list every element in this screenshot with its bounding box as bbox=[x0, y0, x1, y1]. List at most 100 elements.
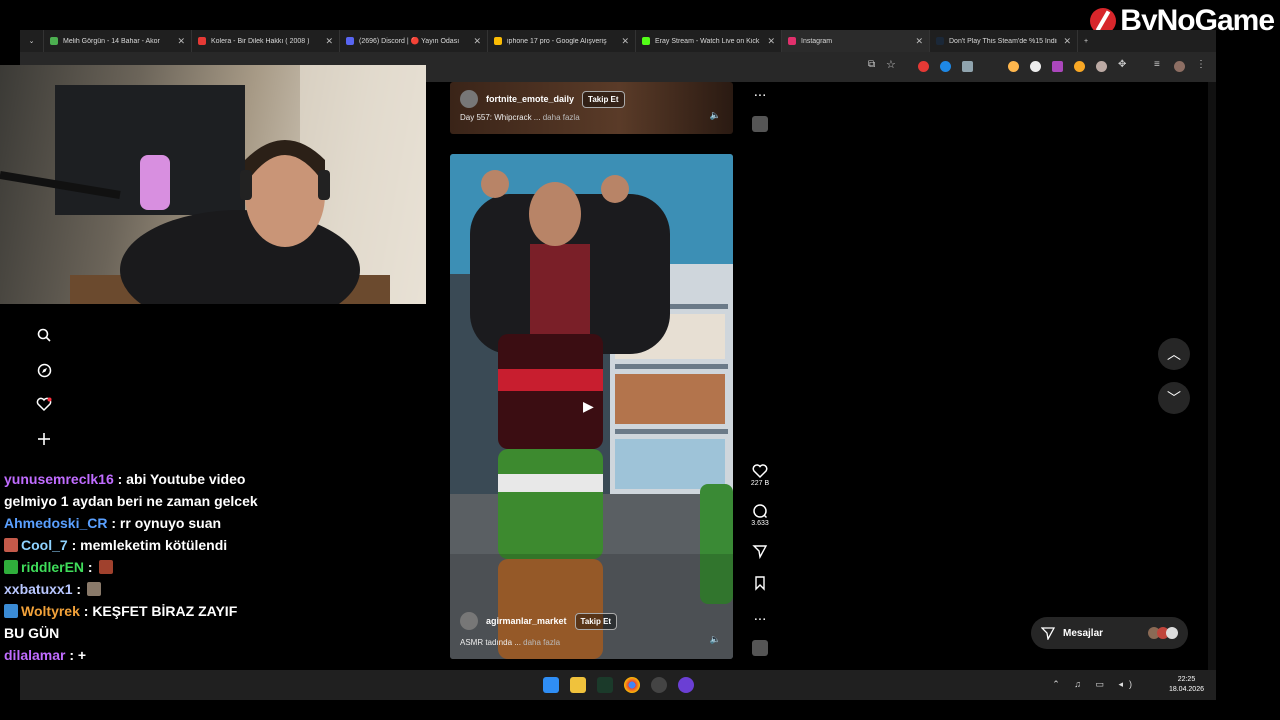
next-reel-button[interactable]: ﹀ bbox=[1158, 382, 1190, 414]
tab-favicon-icon bbox=[346, 37, 354, 45]
webcam-overlay bbox=[0, 65, 426, 304]
app-icon[interactable] bbox=[677, 677, 694, 693]
close-icon[interactable]: ✕ bbox=[473, 36, 481, 47]
speaker-icon[interactable]: 🔈 bbox=[710, 634, 721, 645]
chrome-icon[interactable] bbox=[623, 677, 640, 693]
speaker-icon[interactable]: 🔈 bbox=[710, 110, 721, 121]
caption-text: Day 557: Whipcrack ... bbox=[460, 113, 541, 122]
tab-favicon-icon bbox=[642, 37, 650, 45]
install-app-icon[interactable]: ⧉ bbox=[868, 59, 879, 70]
more-options-previous[interactable]: ... bbox=[748, 84, 772, 100]
save-button[interactable] bbox=[748, 575, 772, 591]
tab-favicon-icon bbox=[788, 37, 796, 45]
browser-tab[interactable]: iphone 17 pro - Google Alışveriş ✕ bbox=[488, 30, 636, 52]
notifications-heart-icon[interactable] bbox=[36, 396, 52, 412]
browser-tab[interactable]: Instagram ✕ bbox=[782, 30, 930, 52]
create-plus-icon[interactable] bbox=[36, 431, 52, 447]
close-icon[interactable]: ✕ bbox=[1063, 36, 1071, 47]
chat-username[interactable]: yunusemreclk16 bbox=[4, 471, 114, 487]
browser-tab[interactable]: Kolera - Bir Dilek Hakkı ( 2008 ) ✕ bbox=[192, 30, 340, 52]
tab-favicon-icon bbox=[494, 37, 502, 45]
chat-text: : rr oynuyo suan bbox=[111, 515, 222, 531]
close-icon[interactable]: ✕ bbox=[177, 36, 185, 47]
chevron-down-icon: ﹀ bbox=[1167, 390, 1181, 406]
avatar[interactable] bbox=[460, 612, 478, 630]
extension-icon[interactable] bbox=[1074, 61, 1085, 72]
chat-message: xxbatuxx1 : bbox=[0, 578, 260, 600]
search-icon[interactable] bbox=[36, 327, 52, 343]
message-avatars bbox=[1148, 627, 1178, 639]
previous-reel-button[interactable]: ︿ bbox=[1158, 338, 1190, 370]
comment-button[interactable]: 3.633 bbox=[748, 503, 772, 527]
chat-username[interactable]: Woltyrek bbox=[21, 603, 80, 619]
extension-icon[interactable] bbox=[1008, 61, 1019, 72]
close-icon[interactable]: ✕ bbox=[915, 36, 923, 47]
share-button[interactable] bbox=[748, 543, 772, 559]
extension-icon[interactable] bbox=[1030, 61, 1041, 72]
heart-icon bbox=[752, 464, 768, 479]
reel-username[interactable]: agirmanlar_market bbox=[486, 616, 567, 626]
taskbar-clock[interactable]: 22:25 18.04.2026 bbox=[1169, 675, 1204, 695]
stream-chat-overlay: yunusemreclk16 : abi Youtube video gelmi… bbox=[0, 468, 260, 666]
avatar[interactable] bbox=[460, 90, 478, 108]
chat-username[interactable]: Ahmedoski_CR bbox=[4, 515, 107, 531]
reel-card-current[interactable]: ▶ agirmanlar_market Takip Et ASMR tadınd… bbox=[450, 154, 733, 659]
chat-username[interactable]: xxbatuxx1 bbox=[4, 581, 72, 597]
close-icon[interactable]: ✕ bbox=[621, 36, 629, 47]
bookmark-icon bbox=[755, 576, 765, 591]
explore-compass-icon[interactable] bbox=[36, 362, 52, 378]
adblock-extension-icon[interactable] bbox=[918, 61, 929, 72]
browser-tab[interactable]: (2696) Discord | 🔴 Yayın Odası ✕ bbox=[340, 30, 488, 52]
reel-card-previous[interactable]: fortnite_emote_daily Takip Et Day 557: W… bbox=[450, 82, 733, 134]
audio-thumb[interactable] bbox=[748, 640, 772, 661]
play-icon[interactable]: ▶ bbox=[583, 398, 594, 415]
audio-thumbnail-icon bbox=[752, 116, 768, 132]
tab-title: iphone 17 pro - Google Alışveriş bbox=[507, 37, 607, 45]
chevron-up-icon: ︿ bbox=[1167, 346, 1181, 362]
browser-tab[interactable]: Don't Play This Steam'de %15 İndirim ✕ bbox=[930, 30, 1078, 52]
chat-username[interactable]: dilalamar bbox=[4, 647, 65, 663]
more-link[interactable]: daha fazla bbox=[543, 113, 580, 122]
profile-avatar[interactable] bbox=[1174, 61, 1185, 72]
reel-username[interactable]: fortnite_emote_daily bbox=[486, 94, 574, 104]
like-count: 227 B bbox=[750, 480, 770, 487]
close-icon[interactable]: ✕ bbox=[325, 36, 333, 47]
bookmark-star-icon[interactable]: ☆ bbox=[886, 58, 897, 71]
extension-icon[interactable] bbox=[940, 61, 951, 72]
terminal-app-icon[interactable] bbox=[596, 677, 613, 693]
more-link[interactable]: daha fazla bbox=[523, 638, 560, 647]
extension-icon[interactable] bbox=[1052, 61, 1063, 72]
new-tab-button[interactable]: + bbox=[1078, 30, 1094, 52]
extension-icon[interactable] bbox=[1096, 61, 1107, 72]
tab-favicon-icon bbox=[936, 37, 944, 45]
caption-text: ASMR tadında ... bbox=[460, 638, 521, 647]
chat-emote-icon bbox=[87, 582, 102, 596]
reel-caption: ASMR tadında ... daha fazla bbox=[460, 638, 560, 647]
more-options-button[interactable]: ... bbox=[748, 608, 772, 624]
chat-username[interactable]: Cool_7 bbox=[21, 537, 68, 553]
app-icon[interactable] bbox=[650, 677, 667, 693]
follow-button[interactable]: Takip Et bbox=[574, 612, 618, 630]
reading-list-icon[interactable]: ≡ bbox=[1154, 59, 1165, 70]
chat-badge-icon bbox=[4, 538, 18, 552]
audio-thumb-previous[interactable] bbox=[748, 116, 772, 137]
tab-title: Kolera - Bir Dilek Hakkı ( 2008 ) bbox=[211, 37, 310, 45]
browser-menu-icon[interactable]: ⋮ bbox=[1196, 59, 1207, 70]
page-scrollbar[interactable] bbox=[1208, 82, 1216, 670]
chat-username[interactable]: riddlerEN bbox=[21, 559, 84, 575]
file-explorer-icon[interactable] bbox=[569, 677, 586, 693]
browser-tab[interactable]: Eray Stream - Watch Live on Kick ✕ bbox=[636, 30, 782, 52]
extension-icon[interactable] bbox=[962, 61, 973, 72]
tab-search-button[interactable]: ⌄ bbox=[20, 30, 44, 52]
chat-message: riddlerEN : bbox=[0, 556, 260, 578]
messages-button[interactable]: Mesajlar bbox=[1031, 617, 1188, 649]
like-button[interactable]: 227 B bbox=[748, 463, 772, 487]
extensions-puzzle-icon[interactable]: ✥ bbox=[1118, 59, 1129, 70]
start-windows-icon[interactable] bbox=[542, 677, 559, 693]
browser-tab[interactable]: Melih Görgün - 14 Bahar - Akor ✕ bbox=[44, 30, 192, 52]
system-tray[interactable]: ⌃ ♫ ▭ ◂) bbox=[1052, 679, 1138, 690]
follow-button[interactable]: Takip Et bbox=[582, 90, 625, 108]
close-icon[interactable]: ✕ bbox=[767, 36, 775, 47]
chat-emote-icon bbox=[98, 560, 113, 574]
chat-message: Cool_7 : memleketim kötülendi bbox=[0, 534, 260, 556]
